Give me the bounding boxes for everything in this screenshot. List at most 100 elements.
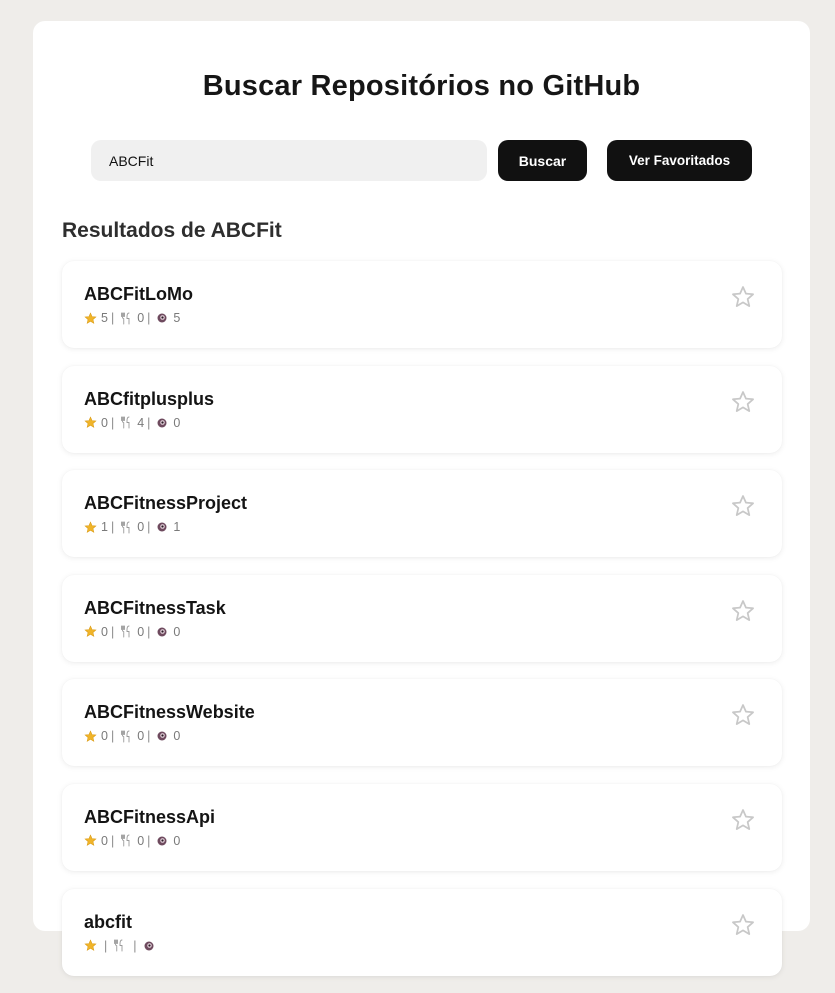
favorite-star-icon[interactable] (730, 284, 756, 310)
star-icon (83, 625, 97, 639)
fork-icon (119, 834, 133, 848)
repo-stats: 0 | 0 | 0 (83, 625, 180, 639)
stars-stat: 0 (83, 834, 108, 848)
repo-card[interactable]: ABCfitplusplus 0 | 4 | 0 (62, 365, 782, 453)
favorite-star-icon[interactable] (730, 389, 756, 415)
repo-name[interactable]: ABCFitLoMo (84, 284, 193, 305)
star-icon (83, 416, 97, 430)
stat-divider: | (133, 938, 137, 953)
repo-stats: 0 | 0 | 0 (83, 729, 180, 743)
repo-card[interactable]: ABCFitnessTask 0 | 0 | 0 (62, 574, 782, 662)
star-icon (83, 311, 97, 325)
favorite-star-icon[interactable] (730, 493, 756, 519)
watchers-count: 5 (173, 311, 181, 325)
stars-count: 1 (101, 520, 108, 535)
repo-name[interactable]: ABCFitnessWebsite (84, 702, 255, 723)
main-container: Buscar Repositórios no GitHub Buscar Ver… (33, 21, 810, 976)
repo-card[interactable]: abcfit | | (62, 888, 782, 976)
stars-stat: 0 (83, 416, 108, 430)
stat-divider: | (147, 415, 151, 430)
stars-stat: 0 (83, 625, 108, 639)
repo-name[interactable]: ABCFitnessApi (84, 807, 215, 828)
forks-stat: 4 (119, 416, 144, 430)
stat-divider: | (110, 729, 115, 744)
favorite-star-icon[interactable] (730, 598, 756, 624)
stat-divider: | (147, 833, 151, 848)
watchers-count: 0 (173, 833, 181, 848)
stars-stat: 0 (83, 729, 108, 743)
forks-count: 0 (137, 729, 145, 744)
fork-icon (119, 625, 133, 639)
eye-icon (142, 939, 156, 953)
watchers-stat: 0 (155, 416, 180, 430)
repo-stats: | | (83, 939, 160, 953)
repo-name[interactable]: ABCfitplusplus (84, 389, 214, 410)
eye-icon (155, 834, 169, 848)
watchers-count: 0 (173, 624, 181, 639)
stars-stat (83, 939, 101, 953)
forks-stat: 0 (119, 729, 144, 743)
forks-stat: 0 (119, 520, 144, 534)
stars-count: 0 (101, 833, 108, 848)
forks-stat: 0 (119, 834, 144, 848)
watchers-stat: 1 (155, 520, 180, 534)
repo-card[interactable]: ABCFitnessApi 0 | 0 | 0 (62, 783, 782, 871)
stat-divider: | (104, 938, 108, 953)
forks-count: 0 (137, 624, 145, 639)
fork-icon (119, 520, 133, 534)
forks-count: 4 (137, 415, 145, 430)
repo-card[interactable]: ABCFitnessWebsite 0 | 0 | 0 (62, 679, 782, 767)
eye-icon (155, 520, 169, 534)
eye-icon (155, 729, 169, 743)
forks-count: 0 (137, 311, 145, 325)
stars-stat: 5 (83, 311, 108, 325)
stat-divider: | (147, 729, 151, 744)
stat-divider: | (147, 520, 151, 535)
search-input[interactable] (91, 140, 487, 181)
repo-card[interactable]: ABCFitLoMo 5 | 0 | 5 (62, 261, 782, 348)
repo-stats: 0 | 0 | 0 (83, 834, 180, 848)
stars-stat: 1 (83, 520, 108, 534)
stat-divider: | (147, 624, 151, 639)
repo-card[interactable]: ABCFitnessProject 1 | 0 | 1 (62, 470, 782, 558)
results-heading: Resultados de ABCFit (62, 219, 282, 242)
favorite-star-icon[interactable] (730, 912, 756, 938)
results-list: ABCFitLoMo 5 | 0 | 5 ABCfitplusplus 0 | … (62, 261, 782, 993)
watchers-stat: 0 (155, 729, 180, 743)
watchers-stat (142, 939, 160, 953)
forks-stat (112, 939, 130, 953)
eye-icon (155, 311, 169, 325)
watchers-stat: 5 (155, 311, 180, 325)
favorite-star-icon[interactable] (730, 702, 756, 728)
fork-icon (112, 939, 126, 953)
forks-stat: 0 (119, 625, 144, 639)
stat-divider: | (110, 415, 115, 430)
search-button[interactable]: Buscar (498, 140, 587, 181)
watchers-count: 0 (173, 415, 181, 430)
stars-count: 5 (101, 311, 108, 325)
stat-divider: | (147, 311, 151, 325)
star-icon (83, 939, 97, 953)
stars-count: 0 (101, 729, 108, 744)
star-icon (83, 520, 97, 534)
watchers-count: 1 (173, 520, 181, 535)
forks-stat: 0 (119, 311, 144, 325)
forks-count: 0 (137, 833, 145, 848)
page-title: Buscar Repositórios no GitHub (202, 70, 641, 102)
fork-icon (119, 311, 133, 325)
fork-icon (119, 416, 133, 430)
eye-icon (155, 625, 169, 639)
repo-name[interactable]: ABCFitnessProject (84, 493, 247, 514)
favorite-star-icon[interactable] (730, 807, 756, 833)
repo-name[interactable]: ABCFitnessTask (84, 598, 226, 619)
forks-count: 0 (137, 520, 145, 535)
watchers-stat: 0 (155, 834, 180, 848)
stat-divider: | (110, 624, 115, 639)
view-favorites-button[interactable]: Ver Favoritados (607, 140, 752, 181)
star-icon (83, 834, 97, 848)
repo-stats: 0 | 4 | 0 (83, 416, 180, 430)
watchers-count: 0 (173, 729, 181, 744)
stat-divider: | (110, 311, 115, 325)
repo-stats: 5 | 0 | 5 (83, 311, 180, 325)
star-icon (83, 729, 97, 743)
